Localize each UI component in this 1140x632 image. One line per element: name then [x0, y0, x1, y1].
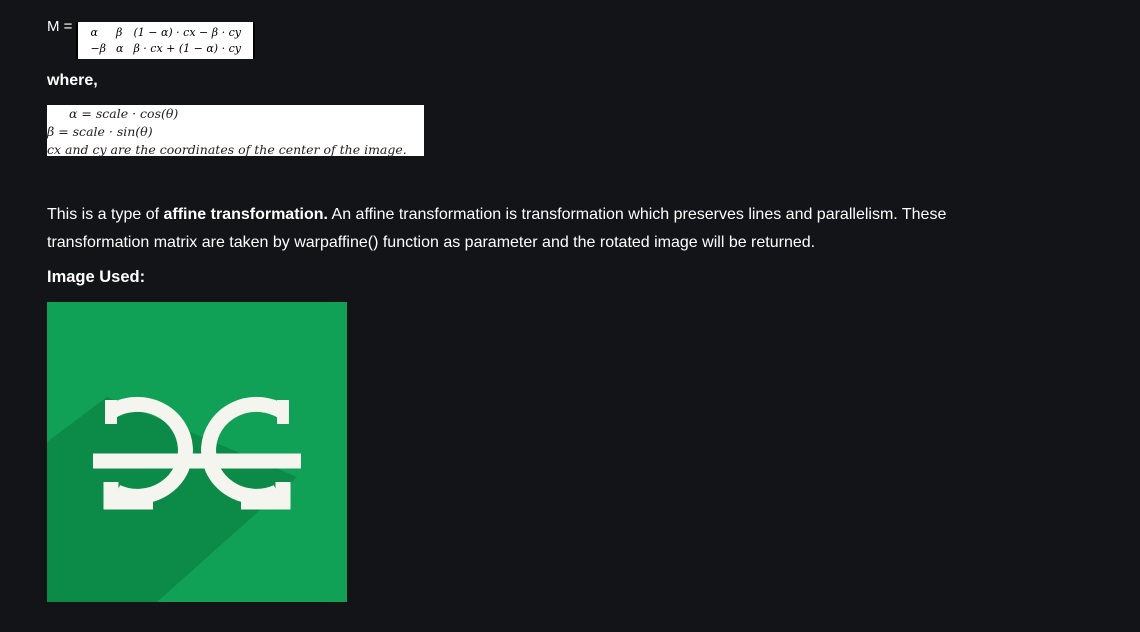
matrix-row: −β α β · cx + (1 − α) · cy	[86, 41, 247, 57]
description-paragraph: This is a type of affine transformation.…	[47, 201, 1047, 257]
matrix-cell: (1 − α) · cx − β · cy	[133, 26, 241, 39]
matrix-cell: β	[116, 26, 123, 39]
gfg-logo-image	[47, 302, 347, 602]
gfg-logo-icon	[47, 302, 347, 602]
matrix-cell: α	[116, 42, 124, 55]
image-used-heading: Image Used:	[47, 268, 146, 286]
matrix-cell: −β	[90, 42, 107, 55]
beta-definition: β = scale · sin(θ)	[47, 124, 153, 139]
where-label: where,	[47, 72, 98, 89]
matrix-cell: α	[90, 26, 98, 39]
matrix-row: α β (1 − α) · cx − β · cy	[86, 25, 247, 41]
alpha-definition: α = scale · cos(θ)	[69, 106, 179, 121]
rotation-matrix: α β (1 − α) · cx − β · cy −β α β · cx + …	[76, 22, 255, 59]
affine-transformation-term: affine transformation.	[163, 206, 328, 223]
matrix-label: M =	[47, 18, 73, 35]
paragraph-text: This is a type of	[47, 206, 164, 223]
definitions-box: α = scale · cos(θ) β = scale · sin(θ) cx…	[47, 105, 424, 157]
center-definition: cx and cy are the coordinates of the cen…	[47, 142, 407, 157]
formula-row: M = α β (1 − α) · cx − β · cy −β α β · c…	[47, 18, 255, 59]
matrix-cell: β · cx + (1 − α) · cy	[133, 42, 241, 55]
